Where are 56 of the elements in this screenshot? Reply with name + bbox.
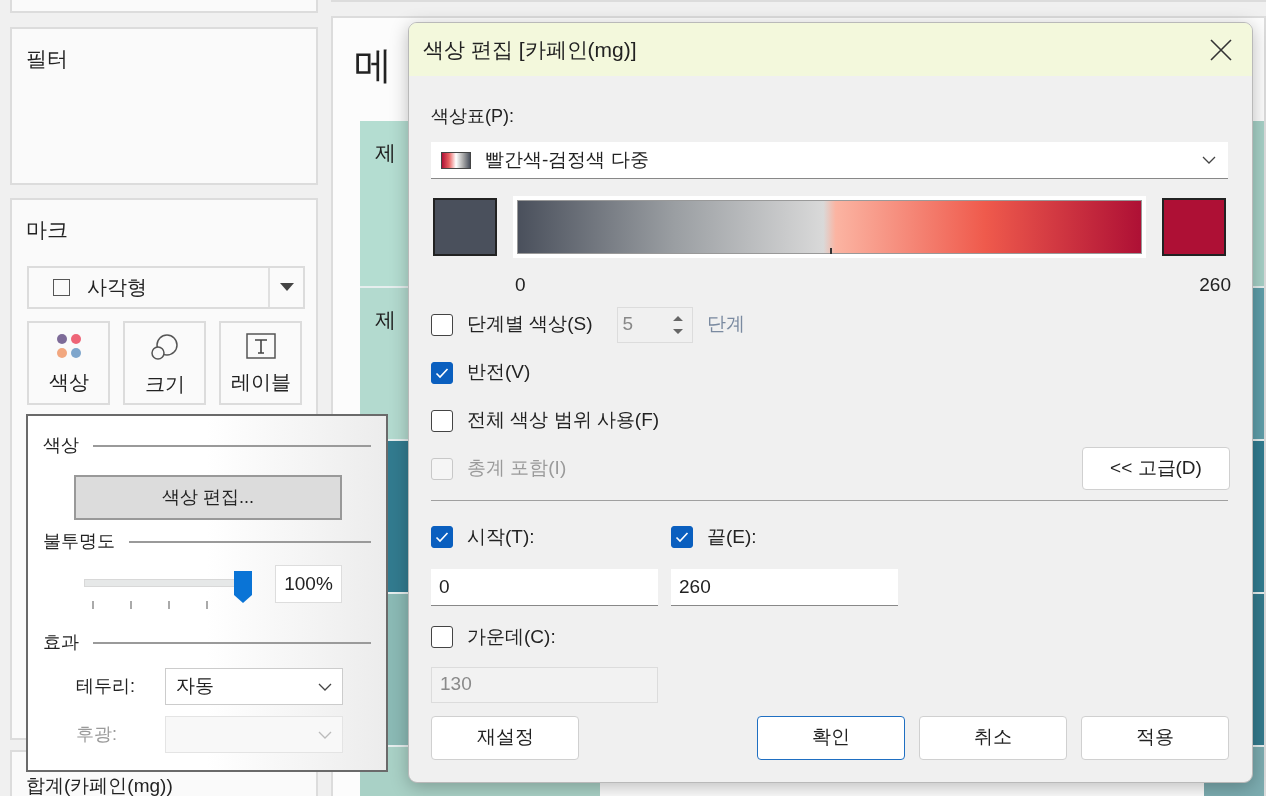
range-input-field[interactable]: 260 — [671, 569, 898, 606]
slider-thumb[interactable] — [234, 571, 252, 603]
dialog-button[interactable]: 재설정 — [431, 715, 579, 760]
range-input-field[interactable]: 0 — [431, 569, 658, 606]
check-icon — [435, 530, 449, 543]
range-max-label: 260 — [1199, 273, 1231, 297]
dialog-button[interactable]: 취소 — [919, 715, 1067, 760]
marks-title: 마크 — [26, 217, 68, 243]
mark-type-dropdown[interactable]: 사각형 — [27, 265, 305, 309]
section-header: 색상 — [43, 434, 79, 457]
palette-dropdown[interactable]: 빨간색-검정색 다중 — [431, 142, 1228, 179]
option-label: 반전(V) — [467, 360, 531, 385]
opacity-slider[interactable] — [84, 571, 252, 601]
section-header: 불투명도 — [43, 530, 115, 553]
check-icon — [675, 530, 689, 543]
checkbox[interactable] — [431, 409, 453, 432]
view-title: 메 — [354, 43, 392, 88]
chevron-down-icon — [318, 682, 332, 691]
square-icon — [53, 278, 70, 296]
option-label: 단계별 색상(S) — [467, 312, 593, 337]
field-label: 시작(T): — [467, 524, 535, 549]
check-icon — [435, 366, 449, 379]
edit-colors-button[interactable]: 색상 편집... — [74, 475, 342, 520]
checkbox[interactable] — [431, 313, 453, 336]
mark-property-button[interactable]: 레이블 — [219, 320, 302, 405]
mark-property-button[interactable]: 색상 — [27, 320, 110, 405]
start-color-swatch[interactable] — [433, 198, 497, 256]
mark-property-button[interactable]: 크기 — [123, 320, 206, 405]
option-label: 총계 포함(I) — [467, 456, 567, 481]
checkbox[interactable] — [671, 525, 693, 548]
circles-icon — [149, 332, 180, 361]
checkbox[interactable] — [431, 525, 453, 548]
chevron-down-icon — [1202, 156, 1216, 164]
checkbox[interactable] — [431, 361, 453, 384]
section-header: 효과 — [43, 631, 79, 654]
field-label: 끝(E): — [707, 524, 757, 549]
field-label: 가운데(C): — [467, 625, 556, 649]
steps-unit: 단계 — [706, 312, 745, 337]
text-box-icon — [245, 332, 276, 359]
border-dropdown[interactable]: 자동 — [165, 668, 343, 705]
border-label: 테두리: — [76, 675, 136, 698]
gradient-swatch-icon — [441, 151, 471, 169]
opacity-value-field[interactable]: 100% — [275, 565, 342, 603]
dialog-button[interactable]: 확인 — [757, 715, 905, 760]
chevron-down-icon — [318, 730, 332, 739]
advanced-button[interactable]: << 고급(D) — [1082, 447, 1230, 490]
dialog-button[interactable]: 적용 — [1081, 715, 1229, 760]
sum-field-pill[interactable]: 합계(카페인(mg)) — [26, 775, 173, 796]
caret-icon — [279, 283, 294, 291]
dots-icon — [54, 332, 83, 359]
checkbox[interactable] — [431, 626, 453, 649]
filter-title: 필터 — [26, 47, 68, 70]
end-color-swatch[interactable] — [1162, 198, 1226, 256]
halo-label: 후광: — [76, 723, 118, 746]
window-title: 색상 편집 [카페인(mg)] — [423, 36, 638, 63]
close-icon[interactable] — [1210, 38, 1232, 61]
